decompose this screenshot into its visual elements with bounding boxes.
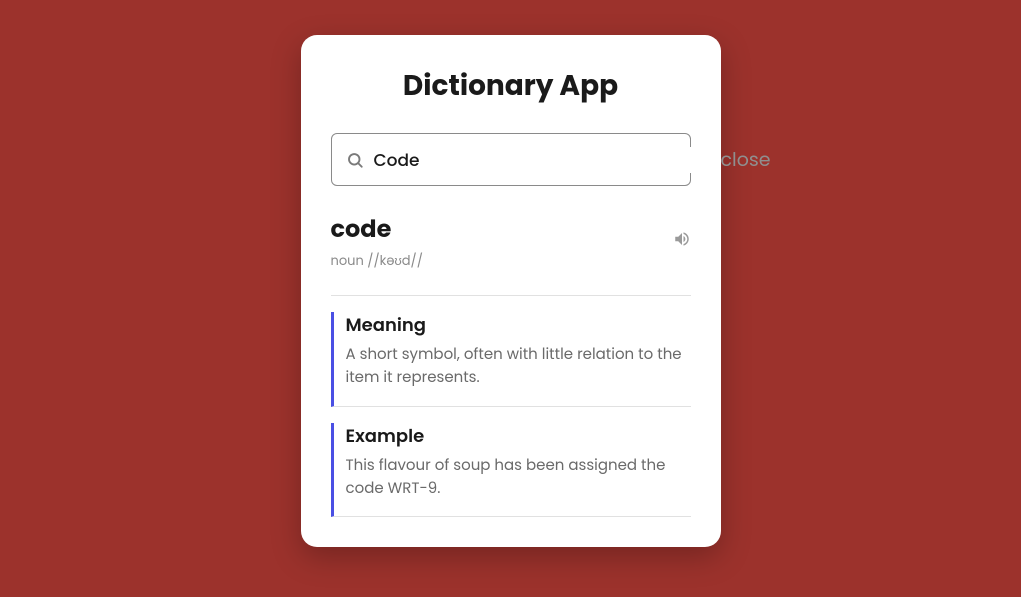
meaning-section: Meaning A short symbol, often with littl…	[331, 312, 691, 407]
volume-icon[interactable]	[673, 230, 691, 248]
search-icon	[346, 151, 364, 169]
app-title: Dictionary App	[331, 65, 691, 107]
search-bar: close	[331, 133, 691, 186]
meaning-title: Meaning	[346, 312, 691, 339]
result-word: code	[331, 212, 673, 247]
dictionary-card: Dictionary App close code noun //kəʊd// …	[301, 35, 721, 547]
meaning-text: A short symbol, often with little relati…	[346, 343, 691, 390]
example-text: This flavour of soup has been assigned t…	[346, 454, 691, 501]
word-info: code noun //kəʊd//	[331, 212, 673, 271]
example-section: Example This flavour of soup has been as…	[331, 423, 691, 518]
result-subtext: noun //kəʊd//	[331, 251, 673, 271]
search-input[interactable]	[374, 147, 711, 173]
result-header: code noun //kəʊd//	[331, 212, 691, 296]
close-button[interactable]: close	[721, 145, 771, 174]
example-title: Example	[346, 423, 691, 450]
